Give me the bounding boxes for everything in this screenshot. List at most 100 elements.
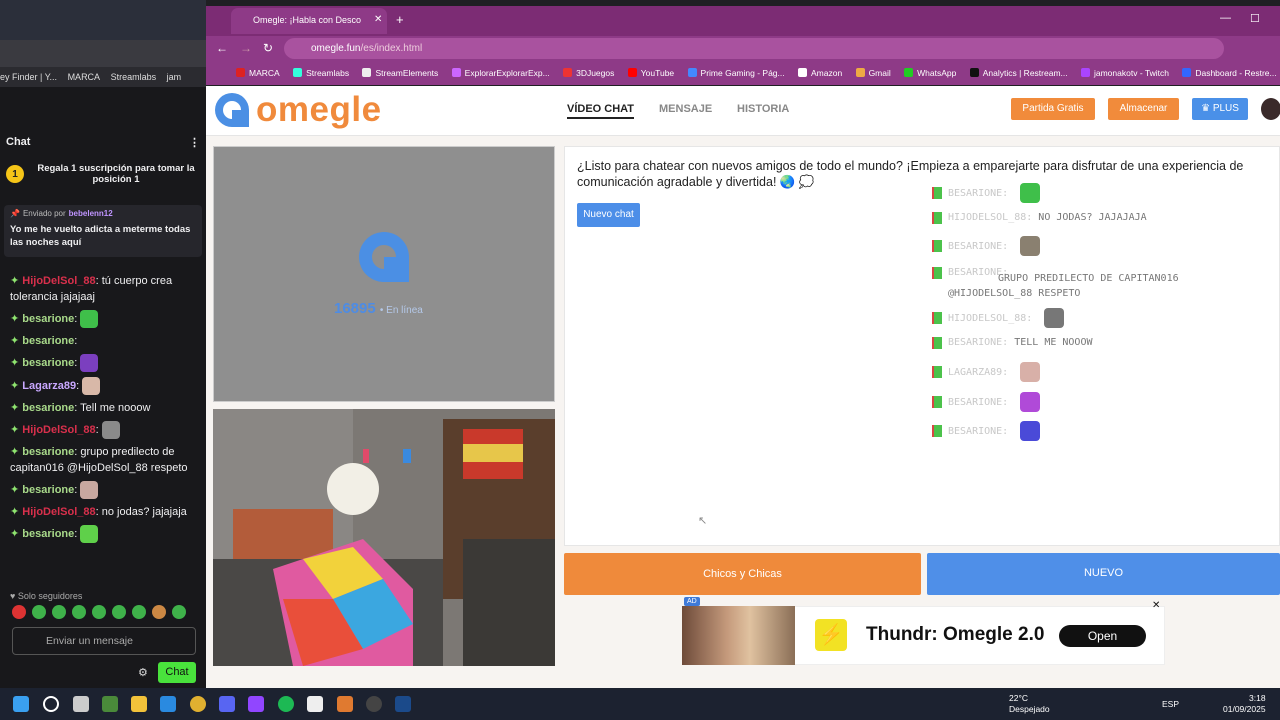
chat-send-button[interactable]: Chat (158, 662, 196, 683)
badge-icon: ✦ (10, 506, 20, 518)
chat-input[interactable]: Enviar un mensaje (12, 627, 196, 655)
discord-icon[interactable] (219, 696, 235, 712)
overlay-chat-line: BESARIONE: TELL ME NOOOW (932, 335, 1093, 350)
ad-image[interactable] (682, 606, 795, 665)
maximize-icon[interactable]: ☐ (1250, 12, 1260, 25)
overlay-chat-line: BESARIONE: (932, 421, 1041, 441)
edge-icon[interactable] (160, 696, 176, 712)
bookmark[interactable]: Dashboard - Restre... (1182, 62, 1277, 85)
nav-video-chat[interactable]: VÍDEO CHAT (567, 103, 635, 119)
plus-button[interactable]: ♛ PLUS (1192, 98, 1248, 120)
rank-badge: 1 (6, 165, 24, 183)
pinned-message[interactable]: 📌 Enviado por bebelenn12 Yo me he vuelto a… (4, 205, 202, 257)
bookmark[interactable]: Gmail (855, 62, 891, 85)
lightning-icon: ⚡ (815, 619, 847, 651)
badge-icon: ✦ (10, 275, 20, 287)
bookmark[interactable]: Amazon (798, 62, 842, 85)
chat-message: ✦ HijoDelSol_88: tú cuerpo crea toleranc… (10, 275, 173, 303)
nav-message[interactable]: MENSAJE (659, 103, 712, 115)
gear-icon[interactable]: ⚙ (138, 666, 148, 679)
chat-message: ✦ besarione: grupo predilecto de capitan… (10, 446, 188, 474)
emote-icon (101, 421, 120, 439)
twitch-icon[interactable] (248, 696, 264, 712)
bookmark[interactable]: YouTube (627, 62, 674, 85)
pinned-user[interactable]: bebelenn12 (69, 209, 113, 218)
pin-icon: 📌 (10, 209, 20, 218)
followers-only-label: ♥ Solo seguidores (10, 591, 83, 601)
emote-icon (92, 605, 106, 619)
avatar[interactable] (1261, 98, 1280, 120)
task-view-icon[interactable] (73, 696, 89, 712)
badge-icon: ✦ (10, 527, 20, 540)
ad-tag: AD (684, 597, 700, 606)
chat-title: Chat (6, 136, 31, 148)
capcut-icon[interactable] (307, 696, 323, 712)
bookmark[interactable]: Analytics | Restream... (969, 62, 1068, 85)
new-chat-button[interactable]: Nuevo chat (577, 203, 640, 227)
crown-icon: ♛ (1201, 103, 1211, 114)
windows-start-icon[interactable] (13, 696, 29, 712)
reload-icon[interactable]: ↻ (263, 41, 273, 55)
emote-icon (1020, 236, 1041, 256)
chat-message: ✦ HijoDelSol_88: (0, 421, 206, 439)
new-tab-icon[interactable]: + (396, 12, 404, 27)
omegle-logo-icon[interactable] (212, 90, 252, 130)
chat-header: Chat ⋮ (0, 133, 206, 153)
file-explorer-icon[interactable] (131, 696, 147, 712)
weather-widget[interactable]: 22°C Despejado (1009, 693, 1050, 715)
welcome-message: ¿Listo para chatear con nuevos amigos de… (577, 159, 1244, 189)
bookmark[interactable]: MARCA (68, 67, 101, 87)
bookmark[interactable]: ey Finder | Y... (0, 67, 57, 87)
nav-history[interactable]: HISTORIA (737, 103, 789, 115)
bookmark[interactable]: 3DJuegos (563, 62, 614, 85)
emote-icon (32, 605, 46, 619)
back-icon[interactable]: ← (216, 41, 228, 55)
ad-title[interactable]: Thundr: Omegle 2.0 (866, 624, 1044, 646)
bookmark[interactable]: MARCA (236, 62, 280, 85)
close-tab-icon[interactable]: ✕ (374, 14, 382, 25)
overlay-chat-line: HIJODELSOL_88: (932, 308, 1065, 328)
gender-filter-button[interactable]: Chicos y Chicas (564, 553, 921, 595)
chrome-icon[interactable] (190, 696, 206, 712)
gift-sub-card[interactable]: 1 Regala 1 suscripción para tomar la pos… (6, 157, 200, 191)
bookmark[interactable]: ExplorarExplorarExp... (451, 62, 550, 85)
spotify-icon[interactable] (278, 696, 294, 712)
self-webcam-video (213, 409, 555, 666)
xbox-icon[interactable] (102, 696, 118, 712)
steam-icon[interactable] (395, 696, 411, 712)
emote-icon (72, 605, 86, 619)
app-icon[interactable] (337, 696, 353, 712)
bookmark[interactable]: jam (167, 67, 182, 87)
minimize-icon[interactable]: — (1220, 12, 1231, 24)
browser-tab[interactable]: Omegle: ¡Habla con Desco (231, 8, 387, 34)
kick-icon (932, 366, 942, 378)
clock[interactable]: 3:18 01/09/2025 (1223, 693, 1266, 715)
free-match-button[interactable]: Partida Gratis (1011, 98, 1095, 120)
bookmark[interactable]: Prime Gaming - Pág... (687, 62, 785, 85)
kick-icon (932, 240, 942, 252)
address-bar[interactable]: omegle.fun/es/index.html (284, 38, 1224, 59)
ad-open-button[interactable]: Open (1059, 625, 1146, 647)
store-button[interactable]: Almacenar (1108, 98, 1179, 120)
ad-close-icon[interactable]: ✕ (1152, 600, 1160, 611)
chat-message: ✦ besarione: (0, 310, 206, 328)
bookmark[interactable]: StreamElements (362, 62, 438, 85)
more-icon[interactable]: ⋮ (189, 136, 200, 150)
chat-message: ✦ Lagarza89: (0, 377, 206, 395)
emote-icon (152, 605, 166, 619)
site-logo[interactable]: omegle (256, 90, 382, 130)
bookmark[interactable]: Streamlabs (111, 67, 157, 87)
search-icon[interactable] (43, 696, 59, 712)
language-indicator[interactable]: ESP (1162, 699, 1179, 709)
bookmark[interactable]: jamonakotv - Twitch (1080, 62, 1169, 85)
emote-bar[interactable] (12, 605, 186, 619)
overlay-chat-line: BESARIONE: (932, 236, 1041, 256)
kick-icon (932, 211, 942, 224)
emote-icon (1020, 183, 1041, 203)
obs-icon[interactable] (366, 696, 382, 712)
badge-icon: ✦ (10, 379, 20, 392)
bookmark[interactable]: WhatsApp (904, 62, 956, 85)
forward-icon[interactable]: → (240, 41, 252, 55)
bookmark[interactable]: Streamlabs (293, 62, 349, 85)
new-button[interactable]: NUEVO (927, 553, 1280, 595)
